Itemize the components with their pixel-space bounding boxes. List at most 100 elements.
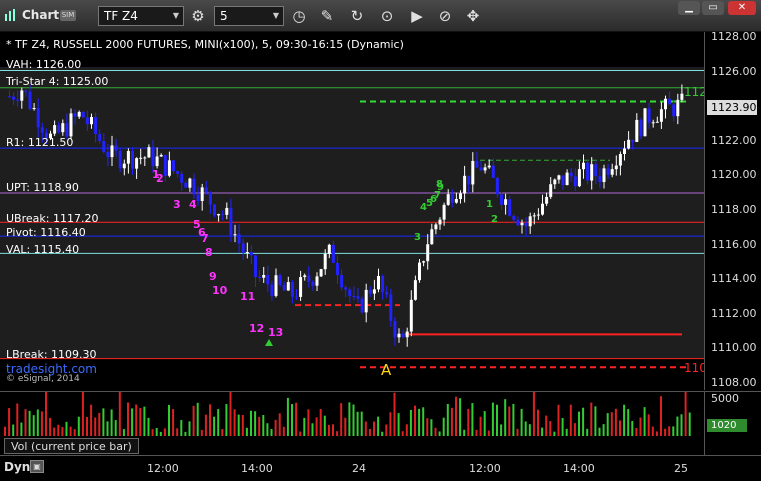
candle-body [32, 108, 36, 110]
count-label-magenta: 9 [209, 270, 217, 283]
volume-bar [45, 388, 47, 436]
volume-bar [553, 431, 556, 436]
link-icon[interactable]: ⊘ [434, 5, 456, 27]
candle-body [225, 207, 229, 215]
count-label-magenta: 12 [249, 322, 264, 335]
axis-tick: 1108.00 [711, 376, 757, 389]
candle-body [331, 244, 335, 263]
volume-bar [459, 398, 462, 436]
candle-body [85, 117, 89, 125]
volume-bar [172, 409, 175, 436]
volume-bar [8, 408, 11, 436]
candle-body [221, 214, 225, 216]
candle-body [61, 123, 65, 133]
level-label-r1: R1: 1121.50 [6, 136, 74, 149]
goto-icon[interactable]: ⊙ [376, 5, 398, 27]
volume-bar [340, 403, 343, 436]
volume-bar [434, 427, 437, 436]
level-label-ubreak: UBreak: 1117.20 [6, 212, 99, 225]
volume-bar [467, 408, 470, 436]
candle-body [118, 150, 122, 169]
candle-body [266, 274, 270, 285]
candle-body [401, 333, 405, 338]
time-axis[interactable]: 12:00 14:00 24 12:00 14:00 25 [0, 455, 761, 481]
volume-study-label[interactable]: Vol (current price bar) [4, 438, 139, 454]
candle-body [295, 296, 298, 298]
volume-bar [450, 407, 453, 436]
volume-bar [336, 431, 339, 436]
volume-bar [16, 403, 19, 436]
zoom-icon[interactable]: ▣ [30, 460, 44, 473]
candle-body [90, 117, 93, 125]
interval-select[interactable]: 5 ▼ [214, 6, 284, 26]
draw-icon[interactable]: ✎ [316, 5, 338, 27]
volume-axis-tick: 5000 [711, 392, 739, 405]
symbol-select[interactable]: TF Z4 ▼ [98, 6, 184, 26]
volume-bar [61, 426, 64, 436]
candle-body [569, 172, 573, 177]
candle-body [352, 296, 356, 298]
volume-bar [668, 426, 671, 436]
candle-body [270, 284, 274, 296]
volume-bar [192, 405, 195, 436]
volume-bar [20, 422, 23, 436]
candle-body [282, 284, 286, 291]
axis-tick: 1118.00 [711, 203, 757, 216]
clock-icon[interactable]: ◷ [288, 5, 310, 27]
candle-body [73, 113, 77, 117]
candle-body [249, 252, 253, 256]
candle-body [573, 176, 577, 187]
volume-bar [537, 409, 539, 436]
dyn-tab[interactable]: Dyn [4, 460, 30, 474]
price-axis[interactable]: 1128.00 1126.00 1122.00 1120.00 1118.00 … [704, 30, 761, 390]
count-label-green: 3 [414, 232, 421, 243]
move-icon[interactable]: ✥ [462, 5, 484, 27]
refresh-icon[interactable]: ↻ [346, 5, 368, 27]
candle-body [479, 167, 483, 171]
volume-bar [131, 408, 134, 436]
candle-body [377, 276, 380, 290]
axis-tick: 1110.00 [711, 341, 757, 354]
volume-bar [24, 409, 27, 436]
candle-body [172, 160, 175, 172]
candle-body [385, 292, 389, 295]
volume-bar [245, 427, 248, 436]
close-button[interactable]: ✕ [728, 1, 756, 15]
candle-body [28, 91, 32, 109]
candle-body [541, 203, 544, 215]
volume-bar [586, 428, 589, 436]
candle-body [434, 224, 438, 230]
volume-bar [639, 417, 642, 436]
price-chart[interactable]: 1 2 3 4 5 6 7 8 9 10 11 12 13 1 2 3 4 5 6 7 8 9 * TF Z4, RUSS… [0, 32, 707, 390]
candle-body [364, 289, 368, 313]
candle-body [586, 162, 590, 181]
candle-body [245, 252, 249, 254]
candle-body [565, 172, 569, 186]
volume-bar [647, 414, 650, 436]
candle-body [610, 169, 614, 175]
candle-body [163, 155, 167, 176]
volume-bar [106, 421, 109, 436]
maximize-button[interactable]: ▭ [702, 1, 724, 15]
candle-body [94, 117, 98, 134]
volume-axis: 5000 1020 [704, 391, 761, 455]
volume-bar [672, 426, 675, 436]
count-label-magenta: 13 [268, 326, 283, 339]
volume-bar [147, 417, 150, 436]
candle-body [135, 158, 139, 169]
volume-bar [356, 411, 359, 436]
volume-bar [446, 403, 449, 436]
candle-body [167, 160, 171, 176]
volume-bar [237, 414, 240, 436]
volume-bar [594, 406, 597, 436]
candle-body [471, 160, 475, 185]
volume-bar [135, 404, 138, 436]
candle-body [106, 152, 110, 158]
axis-tick: 1112.00 [711, 307, 757, 320]
minimize-button[interactable]: ▁ [678, 1, 700, 15]
volume-bar [512, 403, 515, 436]
gear-icon[interactable]: ⚙ [187, 5, 209, 27]
volume-bar [118, 390, 121, 436]
play-icon[interactable]: ▶ [406, 5, 428, 27]
candle-body [188, 178, 192, 188]
